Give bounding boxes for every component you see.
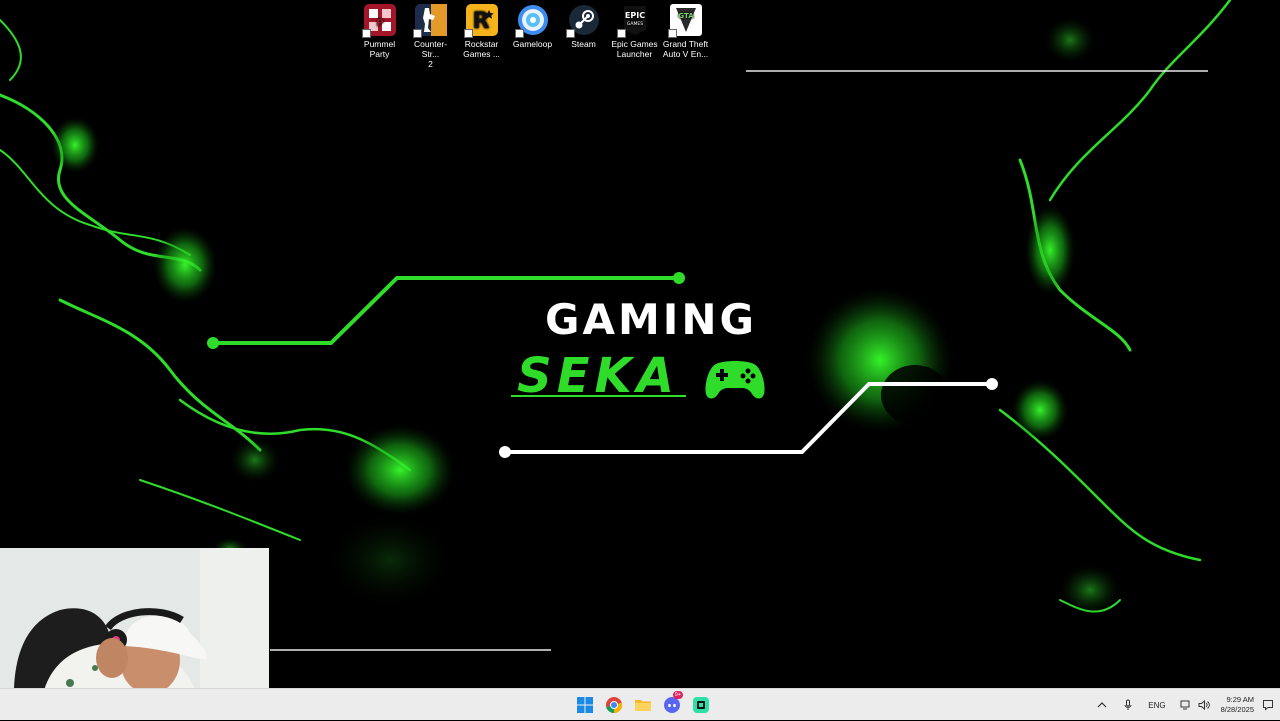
- clock-date: 8/28/2025: [1220, 705, 1254, 714]
- chevron-up-icon: [1097, 702, 1107, 708]
- steam-icon: [565, 4, 600, 38]
- counter-strike-2-icon: [412, 4, 447, 38]
- streaming-app-icon: [692, 697, 709, 713]
- desktop-icon-label: Epic Games Launcher: [611, 39, 658, 59]
- taskbar-discord[interactable]: 9+: [657, 691, 686, 717]
- notification-icon: [1263, 700, 1273, 711]
- taskbar: 9+ ENG 9:29 AM 8/28/2025: [0, 688, 1280, 720]
- microphone-icon: [1124, 699, 1132, 710]
- desktop-icon-label: Steam: [571, 39, 596, 49]
- system-tray: ENG 9:29 AM 8/28/2025: [1089, 689, 1280, 721]
- rockstar-games-icon: R: [463, 4, 498, 38]
- language-indicator[interactable]: ENG: [1148, 701, 1165, 710]
- svg-text:P: P: [376, 18, 383, 29]
- desktop-icon-counter-strike-2[interactable]: Counter-Str... 2: [405, 4, 456, 69]
- desktop-icons: P Pummel Party Counter-Str... 2 R Rockst…: [354, 4, 711, 69]
- network-icon: [1180, 700, 1190, 710]
- svg-text:GAMES: GAMES: [626, 21, 642, 27]
- start-icon: [576, 697, 593, 713]
- desktop-icon-label: Rockstar Games ...: [463, 39, 500, 59]
- taskbar-streaming-app[interactable]: [686, 693, 715, 717]
- microphone-indicator[interactable]: [1122, 699, 1134, 711]
- epic-games-icon: EPIC GAMES: [616, 4, 651, 38]
- desktop-icon-rockstar-games[interactable]: R Rockstar Games ...: [456, 4, 507, 69]
- taskbar-file-explorer[interactable]: [628, 693, 657, 717]
- desktop-icon-label: Gameloop: [512, 39, 553, 49]
- volume-indicator[interactable]: [1198, 699, 1210, 711]
- pummel-party-icon: P: [361, 4, 396, 38]
- gameloop-icon: [514, 4, 549, 38]
- clock-time: 9:29 AM: [1226, 695, 1254, 704]
- svg-text:GTA: GTA: [678, 12, 694, 20]
- start-button[interactable]: [570, 693, 599, 717]
- clock[interactable]: 9:29 AM 8/28/2025: [1221, 695, 1254, 715]
- brand-title-gaming: GAMING: [545, 295, 757, 344]
- desktop-icon-label: Counter-Str... 2: [413, 39, 448, 69]
- desktop-icon-epic-games[interactable]: EPIC GAMES Epic Games Launcher: [609, 4, 660, 69]
- notification-center[interactable]: [1262, 699, 1274, 711]
- gta-v-icon: GTA: [667, 4, 702, 38]
- chrome-icon: [605, 697, 622, 714]
- desktop-icon-gameloop[interactable]: Gameloop: [507, 4, 558, 69]
- show-hidden-icons[interactable]: [1096, 699, 1108, 711]
- speaker-icon: [1198, 699, 1210, 711]
- taskbar-chrome[interactable]: [599, 693, 628, 717]
- desktop-icon-label: Pummel Party: [363, 39, 396, 59]
- desktop-icon-gta-v[interactable]: GTA Grand Theft Auto V En...: [660, 4, 711, 69]
- network-indicator[interactable]: [1180, 699, 1192, 711]
- svg-text:EPIC: EPIC: [624, 11, 644, 20]
- desktop-icon-label: Grand Theft Auto V En...: [662, 39, 709, 59]
- file-explorer-icon: [634, 700, 651, 711]
- taskbar-apps: 9+: [570, 691, 715, 717]
- discord-notification-badge: 9+: [672, 691, 683, 699]
- desktop-icon-steam[interactable]: Steam: [558, 4, 609, 69]
- svg-text:R: R: [472, 9, 489, 34]
- desktop-icon-pummel-party[interactable]: P Pummel Party: [354, 4, 405, 69]
